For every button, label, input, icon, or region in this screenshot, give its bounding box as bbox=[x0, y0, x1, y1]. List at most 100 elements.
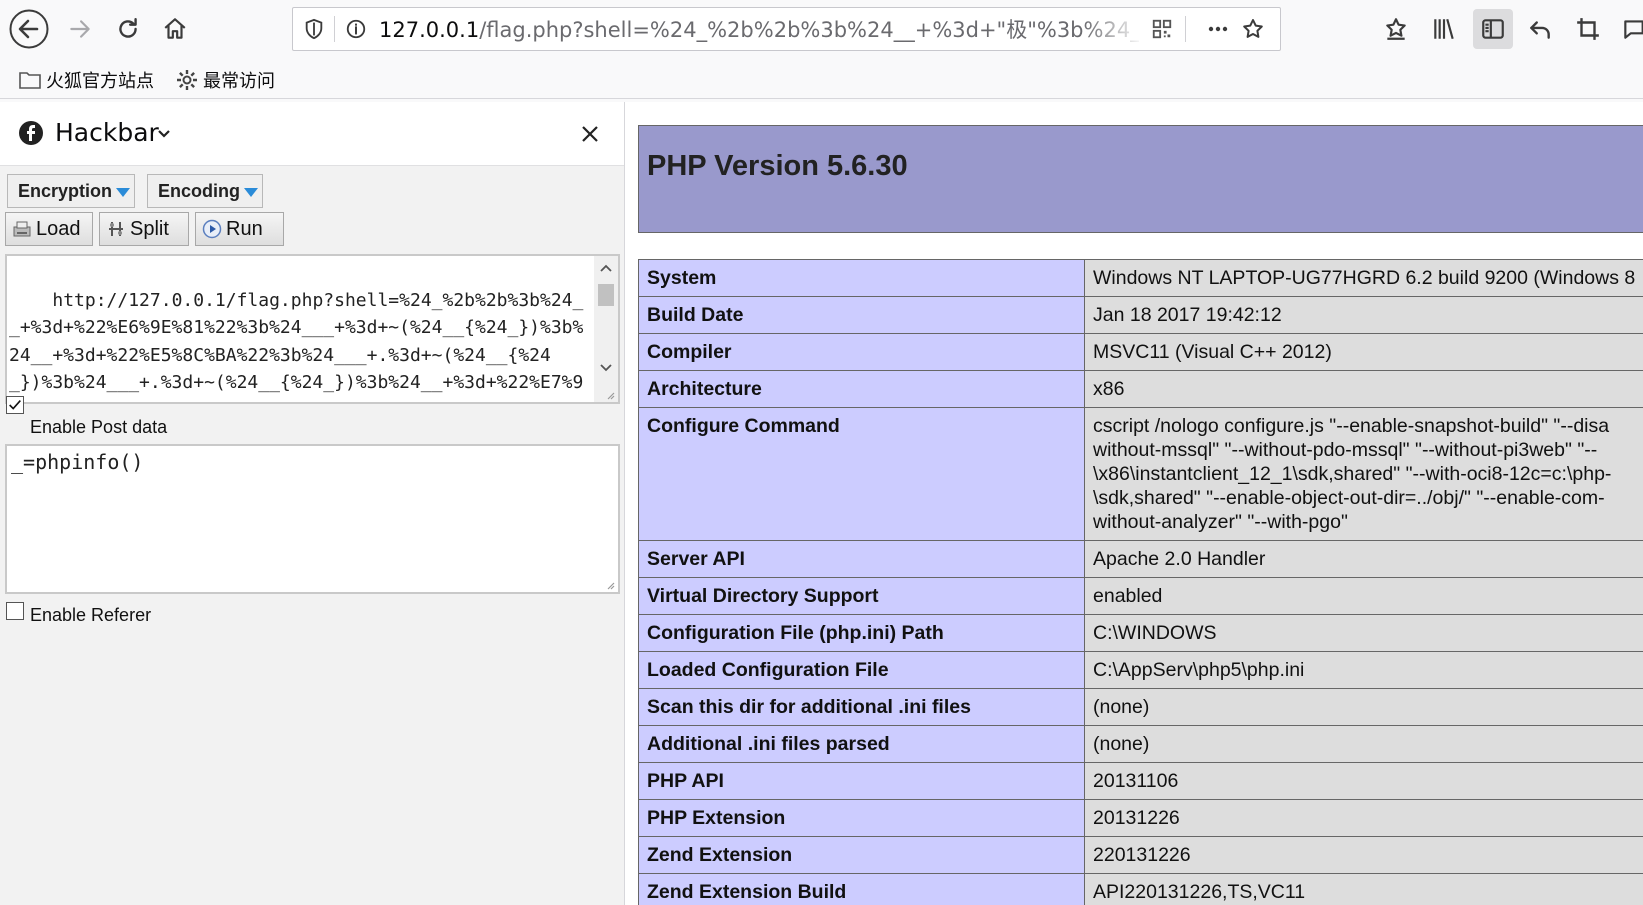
info-value: cscript /nologo configure.js "--enable-s… bbox=[1084, 407, 1643, 541]
info-value: 20131106 bbox=[1084, 762, 1643, 800]
undo-button[interactable] bbox=[1520, 9, 1560, 49]
encryption-dropdown[interactable]: Encryption bbox=[7, 174, 135, 208]
info-value: enabled bbox=[1084, 577, 1643, 615]
url-text[interactable]: 127.0.0.1/flag.php?shell=%24_%2b%2b%3b%2… bbox=[379, 16, 1139, 44]
info-key: Loaded Configuration File bbox=[638, 651, 1085, 689]
sidebar-title[interactable]: Hackbar bbox=[55, 117, 159, 149]
info-value: C:\WINDOWS bbox=[1084, 614, 1643, 652]
table-row: Configure Command cscript /nologo configu… bbox=[638, 407, 1643, 541]
split-icon bbox=[109, 222, 123, 236]
table-row: Zend Extension Build API220131226,TS,VC11 bbox=[638, 873, 1643, 905]
run-button[interactable]: Run bbox=[195, 212, 284, 246]
encryption-label: Encryption bbox=[18, 180, 113, 201]
gear-icon bbox=[177, 70, 197, 90]
shield-icon[interactable] bbox=[301, 16, 327, 42]
sidebar-header: Hackbar bbox=[0, 102, 624, 166]
dropdown-arrow-icon bbox=[116, 187, 131, 197]
table-row: Virtual Directory Support enabled bbox=[638, 577, 1643, 615]
crop-button[interactable] bbox=[1568, 9, 1608, 49]
table-row: PHP API 20131106 bbox=[638, 762, 1643, 800]
info-key: Compiler bbox=[638, 333, 1085, 371]
bookmark-label: 火狐官方站点 bbox=[46, 71, 154, 92]
sidebar-toggle-button[interactable] bbox=[1473, 9, 1513, 49]
table-row: System Windows NT LAPTOP-UG77HGRD 6.2 bui… bbox=[638, 259, 1643, 297]
scroll-up-icon[interactable] bbox=[600, 264, 612, 272]
chat-icon bbox=[1624, 20, 1643, 39]
load-icon bbox=[13, 221, 31, 237]
info-value: API220131226,TS,VC11 bbox=[1084, 873, 1643, 905]
encoding-dropdown[interactable]: Encoding bbox=[147, 174, 263, 208]
info-key: Server API bbox=[638, 540, 1085, 578]
library-button[interactable] bbox=[1424, 9, 1464, 49]
back-button[interactable] bbox=[9, 9, 49, 49]
encoding-label: Encoding bbox=[158, 180, 240, 201]
pocket-button[interactable] bbox=[1376, 9, 1416, 49]
scroll-down-icon[interactable] bbox=[600, 364, 612, 372]
qr-code-icon[interactable] bbox=[1149, 16, 1175, 42]
enable-referer-checkbox[interactable] bbox=[6, 602, 24, 620]
table-row: Server API Apache 2.0 Handler bbox=[638, 540, 1643, 578]
phpinfo-table: System Windows NT LAPTOP-UG77HGRD 6.2 bui… bbox=[638, 259, 1643, 905]
info-key: Architecture bbox=[638, 370, 1085, 408]
info-value: Apache 2.0 Handler bbox=[1084, 540, 1643, 578]
info-key: PHP Extension bbox=[638, 799, 1085, 837]
extension-button[interactable] bbox=[1614, 9, 1643, 49]
url-textarea-scrollbar[interactable] bbox=[594, 256, 618, 402]
bookmark-item[interactable]: 最常访问 bbox=[175, 62, 275, 98]
load-button[interactable]: Load bbox=[5, 212, 93, 246]
load-label: Load bbox=[36, 217, 81, 240]
url-path: /flag.php?shell=%24_%2b%2b%3b%24__+%3d+"… bbox=[479, 18, 1139, 42]
close-icon[interactable] bbox=[580, 124, 600, 144]
run-label: Run bbox=[226, 217, 263, 240]
info-value: (none) bbox=[1084, 688, 1643, 726]
table-row: Architecture x86 bbox=[638, 370, 1643, 408]
info-key: Build Date bbox=[638, 296, 1085, 334]
hackbar-sidebar: Hackbar Encryption Encoding Load Split R… bbox=[0, 102, 625, 905]
enable-referer-label: Enable Referer bbox=[30, 605, 152, 625]
reload-button[interactable] bbox=[108, 9, 148, 49]
php-version-header: PHP Version 5.6.30 bbox=[638, 125, 1643, 233]
info-key: Configure Command bbox=[638, 407, 1085, 541]
star-list-icon bbox=[1386, 18, 1406, 40]
address-bar[interactable]: 127.0.0.1/flag.php?shell=%24_%2b%2b%3b%2… bbox=[292, 7, 1281, 51]
url-fade bbox=[1083, 14, 1143, 44]
info-key: Virtual Directory Support bbox=[638, 577, 1085, 615]
forward-button[interactable] bbox=[60, 9, 100, 49]
bookmark-star-icon[interactable] bbox=[1240, 16, 1266, 42]
resize-grip-icon[interactable] bbox=[605, 390, 615, 400]
scroll-thumb[interactable] bbox=[598, 284, 614, 306]
table-row: Zend Extension 220131226 bbox=[638, 836, 1643, 874]
table-row: Loaded Configuration File C:\AppServ\php5… bbox=[638, 651, 1643, 689]
bookmarks-toolbar: 火狐官方站点 最常访问 bbox=[0, 62, 1643, 99]
chevron-down-icon[interactable] bbox=[157, 128, 171, 140]
urlbar-divider-2 bbox=[1185, 16, 1186, 42]
resize-grip-icon[interactable] bbox=[605, 580, 615, 590]
table-row: Additional .ini files parsed (none) bbox=[638, 725, 1643, 763]
site-info-icon[interactable] bbox=[343, 16, 369, 42]
php-version-title: PHP Version 5.6.30 bbox=[647, 150, 908, 182]
bookmark-item[interactable]: 火狐官方站点 bbox=[18, 62, 154, 98]
info-value: Windows NT LAPTOP-UG77HGRD 6.2 build 920… bbox=[1084, 259, 1643, 297]
crop-icon bbox=[1577, 18, 1599, 40]
info-value: 220131226 bbox=[1084, 836, 1643, 874]
info-value: x86 bbox=[1084, 370, 1643, 408]
post-data-textarea[interactable]: _=phpinfo() bbox=[5, 444, 620, 594]
post-data-value: _=phpinfo() bbox=[11, 450, 144, 474]
table-row: Configuration File (php.ini) Path C:\WIND… bbox=[638, 614, 1643, 652]
url-textarea[interactable]: http://127.0.0.1/flag.php?shell=%24_%2b%… bbox=[5, 254, 620, 404]
split-button[interactable]: Split bbox=[99, 212, 189, 246]
table-row: Build Date Jan 18 2017 19:42:12 bbox=[638, 296, 1643, 334]
table-row: Scan this dir for additional .ini files(… bbox=[638, 688, 1643, 726]
folder-icon bbox=[19, 72, 41, 89]
page-actions-icon[interactable] bbox=[1205, 16, 1231, 42]
home-button[interactable] bbox=[155, 9, 195, 49]
info-key: Additional .ini files parsed bbox=[638, 725, 1085, 763]
info-value: MSVC11 (Visual C++ 2012) bbox=[1084, 333, 1643, 371]
info-key: Configuration File (php.ini) Path bbox=[638, 614, 1085, 652]
info-value: (none) bbox=[1084, 725, 1643, 763]
enable-post-checkbox[interactable] bbox=[6, 396, 24, 414]
dropdown-arrow-icon bbox=[244, 187, 258, 197]
enable-post-label: Enable Post data bbox=[30, 417, 168, 437]
sidebar-icon bbox=[1482, 19, 1504, 39]
browser-toolbar: 127.0.0.1/flag.php?shell=%24_%2b%2b%3b%2… bbox=[0, 0, 1643, 58]
